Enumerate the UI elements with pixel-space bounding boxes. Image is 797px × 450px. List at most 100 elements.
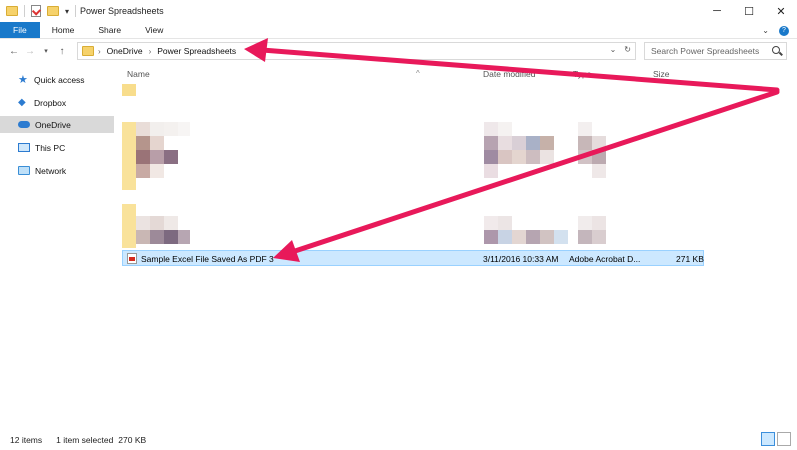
- sidebar-item-label: Quick access: [34, 74, 85, 85]
- search-input[interactable]: Search Power Spreadsheets: [644, 42, 787, 60]
- address-row: ← → ▾ ↑ › OneDrive › Power Spreadsheets …: [0, 40, 797, 62]
- tab-view[interactable]: View: [133, 22, 175, 38]
- blurred-type: [592, 136, 606, 150]
- folder-icon: [122, 204, 136, 248]
- sidebar-item-label: Network: [35, 165, 67, 176]
- expand-ribbon-icon[interactable]: ⌄: [762, 26, 769, 35]
- blurred-date: [526, 136, 540, 150]
- view-toggle: [761, 432, 791, 446]
- sidebar-item-quick-access[interactable]: ★ Quick access: [0, 71, 114, 88]
- blurred-date: [484, 230, 498, 244]
- column-header-type[interactable]: Type: [573, 69, 591, 79]
- breadcrumb-onedrive[interactable]: OneDrive: [105, 46, 145, 56]
- customize-toolbar-icon[interactable]: ▾: [65, 7, 69, 16]
- blurred-thumbnail: [178, 230, 190, 244]
- blurred-type: [578, 136, 592, 150]
- blurred-type: [592, 230, 606, 244]
- blurred-date: [512, 230, 526, 244]
- sidebar-item-onedrive[interactable]: OneDrive: [0, 116, 114, 133]
- blurred-date: [554, 230, 568, 244]
- help-icon[interactable]: ?: [779, 25, 789, 36]
- blurred-type: [578, 122, 592, 136]
- close-button[interactable]: ✕: [765, 0, 797, 22]
- selection-size: 270 KB: [118, 435, 147, 445]
- properties-icon[interactable]: [31, 5, 41, 17]
- blurred-type: [592, 150, 606, 164]
- address-bar[interactable]: › OneDrive › Power Spreadsheets ⌄ ↻: [77, 42, 636, 60]
- sidebar-item-this-pc[interactable]: This PC: [0, 139, 114, 156]
- large-icons-view-icon[interactable]: [777, 432, 791, 446]
- blurred-date: [498, 230, 512, 244]
- blurred-date: [498, 216, 512, 230]
- chevron-right-icon[interactable]: ›: [149, 47, 152, 56]
- new-folder-icon[interactable]: [47, 6, 59, 16]
- sort-ascending-icon: ^: [416, 69, 420, 78]
- blurred-thumbnail: [150, 150, 164, 164]
- blurred-date: [526, 150, 540, 164]
- blurred-date: [484, 136, 498, 150]
- blurred-thumbnail: [150, 216, 164, 230]
- forward-button[interactable]: →: [22, 46, 38, 57]
- maximize-button[interactable]: ☐: [733, 0, 765, 22]
- pdf-file-icon: [127, 253, 137, 264]
- file-date: 3/11/2016 10:33 AM: [483, 254, 559, 264]
- window-controls: ─ ☐ ✕: [701, 0, 797, 22]
- blurred-date: [484, 164, 498, 178]
- arrow-to-selected-file: [289, 89, 780, 255]
- blurred-type: [592, 164, 606, 178]
- blurred-date: [540, 230, 554, 244]
- blurred-thumbnail: [150, 164, 164, 178]
- sidebar-item-label: This PC: [35, 142, 66, 153]
- computer-icon: [18, 143, 30, 152]
- blurred-date: [526, 230, 540, 244]
- table-row-selected[interactable]: Sample Excel File Saved As PDF 3 3/11/20…: [122, 250, 704, 266]
- column-headers: ^ Name Date modified Type Size: [120, 64, 797, 82]
- sidebar-item-network[interactable]: Network: [0, 162, 114, 179]
- blurred-thumbnail: [150, 122, 164, 136]
- tab-home[interactable]: Home: [40, 22, 87, 38]
- blurred-thumbnail: [164, 150, 178, 164]
- folder-icon: [122, 122, 136, 190]
- chevron-down-icon[interactable]: ⌄: [610, 45, 617, 54]
- breadcrumb-power-spreadsheets[interactable]: Power Spreadsheets: [155, 46, 238, 56]
- column-header-size[interactable]: Size: [653, 69, 670, 79]
- item-count: 12 items: [10, 435, 43, 445]
- blurred-type: [592, 216, 606, 230]
- column-header-date[interactable]: Date modified: [483, 69, 535, 79]
- ribbon-right: ⌄ ?: [762, 22, 789, 39]
- status-bar: 12 items 1 item selected 270 KB: [0, 430, 797, 450]
- folder-icon: [6, 6, 18, 16]
- blurred-thumbnail: [136, 122, 150, 136]
- chevron-right-icon[interactable]: ›: [98, 47, 101, 56]
- back-button[interactable]: ←: [6, 46, 22, 57]
- blurred-thumbnail: [136, 164, 150, 178]
- sidebar-item-dropbox[interactable]: ◆ Dropbox: [0, 94, 114, 111]
- blurred-date: [512, 150, 526, 164]
- file-size: 271 KB: [676, 254, 704, 264]
- details-view-icon[interactable]: [761, 432, 775, 446]
- tab-file[interactable]: File: [0, 22, 40, 38]
- separator: [24, 5, 25, 17]
- search-icon: [772, 46, 780, 54]
- recent-locations-icon[interactable]: ▾: [38, 47, 54, 55]
- blurred-thumbnail: [178, 122, 190, 136]
- address-bar-actions: ⌄ ↻: [610, 45, 631, 54]
- minimize-button[interactable]: ─: [701, 0, 733, 22]
- tab-share[interactable]: Share: [86, 22, 133, 38]
- title-bar: ▾ Power Spreadsheets ─ ☐ ✕: [0, 0, 797, 22]
- refresh-icon[interactable]: ↻: [624, 45, 631, 54]
- column-header-name[interactable]: Name: [127, 69, 150, 79]
- separator: [75, 5, 77, 17]
- up-button[interactable]: ↑: [54, 46, 70, 57]
- blurred-date: [498, 122, 512, 136]
- folder-icon: [122, 84, 136, 96]
- window-title: Power Spreadsheets: [80, 6, 164, 16]
- search-placeholder: Search Power Spreadsheets: [651, 46, 760, 56]
- network-icon: [18, 166, 30, 175]
- blurred-type: [578, 216, 592, 230]
- quick-access-toolbar: ▾: [0, 0, 77, 22]
- blurred-date: [498, 136, 512, 150]
- blurred-thumbnail: [164, 122, 178, 136]
- selection-count: 1 item selected: [56, 435, 114, 445]
- blurred-thumbnail: [136, 136, 150, 150]
